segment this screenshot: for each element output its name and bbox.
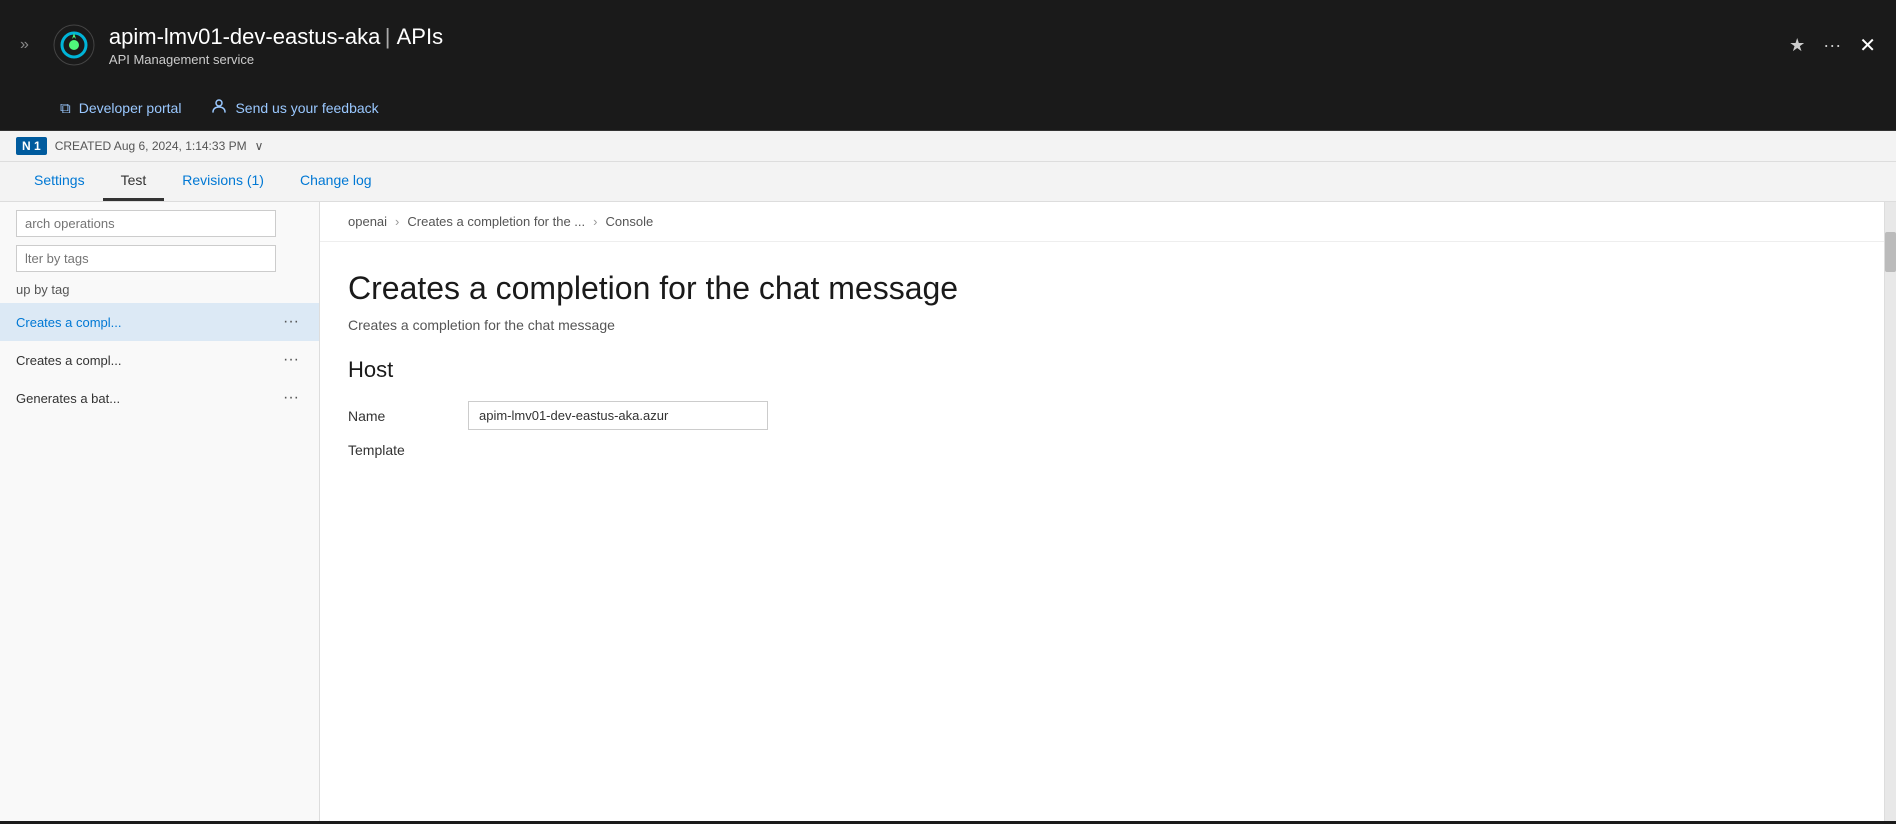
breadcrumb-part-3: Console — [606, 214, 654, 229]
dropdown-arrow-icon[interactable]: ∨ — [255, 139, 264, 153]
content-area: up by tag Creates a compl... ··· Creates… — [0, 202, 1896, 821]
sidebar-item-label: Generates a bat... — [16, 391, 279, 406]
tab-settings[interactable]: Settings — [16, 162, 103, 201]
page-title: apim-lmv01-dev-eastus-aka | APIs — [109, 24, 443, 50]
portal-icon: ⧉ — [60, 100, 71, 117]
breadcrumb-part-2: Creates a completion for the ... — [407, 214, 585, 229]
tab-changelog[interactable]: Change log — [282, 162, 390, 201]
filter-input[interactable] — [16, 245, 276, 272]
breadcrumb: openai › Creates a completion for the ..… — [320, 202, 1884, 242]
template-field-label: Template — [348, 442, 448, 458]
name-field-label: Name — [348, 408, 448, 424]
sidebar: up by tag Creates a compl... ··· Creates… — [0, 202, 320, 821]
more-button[interactable]: ··· — [1823, 35, 1841, 56]
status-bar: N 1 CREATED Aug 6, 2024, 1:14:33 PM ∨ — [0, 131, 1896, 162]
close-button[interactable]: ✕ — [1859, 33, 1876, 58]
list-item[interactable]: Generates a bat... ··· — [0, 379, 319, 417]
developer-portal-button[interactable]: ⧉ Developer portal — [60, 96, 181, 121]
breadcrumb-part-1: openai — [348, 214, 387, 229]
api-description: Creates a completion for the chat messag… — [348, 317, 1856, 333]
tab-test[interactable]: Test — [103, 162, 165, 201]
group-by-tag-label[interactable]: up by tag — [0, 276, 319, 303]
title-block: apim-lmv01-dev-eastus-aka | APIs API Man… — [109, 24, 443, 67]
revision-badge: N 1 — [16, 137, 47, 155]
top-bar: » apim-lmv01-dev-eastus-aka | APIs API M… — [0, 0, 1896, 90]
list-item[interactable]: Creates a compl... ··· — [0, 341, 319, 379]
page-subtitle: API Management service — [109, 52, 443, 67]
item-ellipsis-button[interactable]: ··· — [279, 389, 303, 407]
host-section-title: Host — [348, 357, 1856, 383]
star-icon: ★ — [1789, 35, 1805, 56]
name-field-row: Name — [348, 401, 1856, 430]
toolbar: ⧉ Developer portal Send us your feedback — [0, 90, 1896, 131]
more-icon: ··· — [1823, 35, 1841, 56]
star-button[interactable]: ★ — [1789, 35, 1805, 56]
tab-revisions[interactable]: Revisions (1) — [164, 162, 282, 201]
api-title: Creates a completion for the chat messag… — [348, 270, 1856, 307]
sidebar-item-label: Creates a compl... — [16, 353, 279, 368]
feedback-icon — [211, 98, 227, 118]
main-panel: openai › Creates a completion for the ..… — [320, 202, 1884, 821]
search-input[interactable] — [16, 210, 276, 237]
scrollbar-thumb — [1885, 232, 1896, 272]
list-item[interactable]: Creates a compl... ··· — [0, 303, 319, 341]
feedback-button[interactable]: Send us your feedback — [211, 94, 378, 122]
expand-button[interactable]: » — [20, 36, 29, 54]
breadcrumb-sep-2: › — [593, 214, 597, 229]
top-bar-icons: ★ ··· ✕ — [1789, 33, 1876, 58]
item-ellipsis-button[interactable]: ··· — [279, 313, 303, 331]
main-container: N 1 CREATED Aug 6, 2024, 1:14:33 PM ∨ Se… — [0, 131, 1896, 821]
app-logo-icon — [53, 24, 95, 66]
item-ellipsis-button[interactable]: ··· — [279, 351, 303, 369]
right-scrollbar[interactable] — [1884, 202, 1896, 821]
tabs-bar: Settings Test Revisions (1) Change log — [0, 162, 1896, 202]
main-content: Creates a completion for the chat messag… — [320, 242, 1884, 498]
sidebar-scroll: up by tag Creates a compl... ··· Creates… — [0, 202, 319, 821]
sidebar-item-label: Creates a compl... — [16, 315, 279, 330]
template-field-row: Template — [348, 442, 1856, 458]
name-field-input[interactable] — [468, 401, 768, 430]
close-icon: ✕ — [1859, 33, 1876, 58]
breadcrumb-sep-1: › — [395, 214, 399, 229]
created-text: CREATED Aug 6, 2024, 1:14:33 PM — [55, 139, 247, 153]
top-bar-left: » apim-lmv01-dev-eastus-aka | APIs API M… — [20, 24, 443, 67]
